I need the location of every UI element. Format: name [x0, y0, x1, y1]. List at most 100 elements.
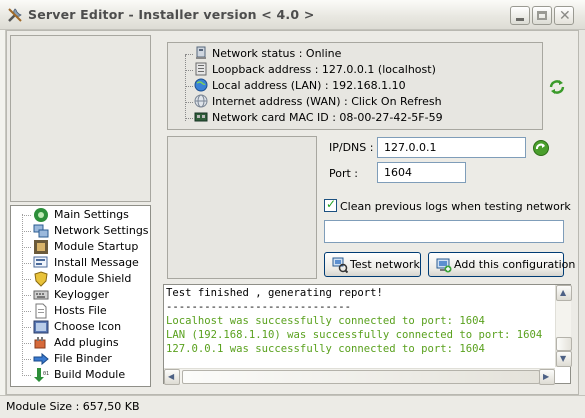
add-configuration-button[interactable]: Add this configuration: [428, 252, 575, 277]
main-settings-icon: [33, 207, 49, 223]
clean-logs-checkbox[interactable]: ✓: [324, 197, 337, 212]
arrow-left-icon: ◀: [168, 372, 175, 381]
scroll-right-button[interactable]: ▶: [539, 369, 555, 385]
close-button[interactable]: ✕: [554, 6, 574, 25]
tree-item-hosts-file[interactable]: Hosts File: [11, 303, 150, 319]
status-tree-branch: [185, 102, 193, 103]
tree-item-main-settings[interactable]: Main Settings: [11, 207, 150, 223]
scroll-up-button[interactable]: ▲: [556, 285, 572, 301]
loopback-icon: [194, 62, 208, 76]
status-tree-branch: [185, 54, 193, 55]
network-status-panel: Network status : Online Loopback address …: [167, 42, 543, 130]
tree-item-module-shield[interactable]: Module Shield: [11, 271, 150, 287]
tree-connector-branch: [22, 327, 31, 328]
window-title: Server Editor - Installer version < 4.0 …: [28, 7, 315, 22]
tree-item-label: Build Module: [54, 368, 126, 381]
keyboard-icon: [33, 287, 49, 303]
extra-input[interactable]: [324, 220, 564, 243]
tree-connector-branch: [22, 247, 31, 248]
install-message-icon: [33, 255, 49, 271]
svg-text:01: 01: [43, 371, 49, 377]
maximize-button[interactable]: [532, 6, 552, 25]
tree-item-network-settings[interactable]: Network Settings: [11, 223, 150, 239]
file-binder-icon: [33, 351, 49, 367]
network-status-row: Local address (LAN) : 192.168.1.10: [168, 78, 538, 94]
title-bar[interactable]: Server Editor - Installer version < 4.0 …: [0, 0, 585, 30]
scroll-left-button[interactable]: ◀: [164, 369, 180, 385]
arrow-down-icon: ▼: [560, 354, 567, 363]
refresh-icon[interactable]: [548, 78, 566, 96]
tree-item-file-binder[interactable]: File Binder: [11, 351, 150, 367]
tree-item-label: Choose Icon: [54, 320, 122, 333]
hosts-file-icon: [33, 303, 49, 319]
test-network-icon: [332, 257, 349, 274]
tree-item-label: Network Settings: [54, 224, 149, 237]
tree-connector-branch: [22, 263, 31, 264]
minimize-button[interactable]: [510, 6, 530, 25]
tree-connector-branch: [22, 295, 31, 296]
console-line: LAN (192.168.1.10) was successfully conn…: [166, 329, 543, 341]
network-status-row: Loopback address : 127.0.0.1 (localhost): [168, 62, 538, 78]
globe-icon: [194, 78, 208, 92]
vertical-scroll-thumb[interactable]: [556, 337, 572, 351]
arrow-up-icon: ▲: [560, 288, 567, 297]
ip-input[interactable]: 127.0.0.1: [377, 137, 526, 158]
network-status-text: Local address (LAN) : 192.168.1.10: [212, 79, 406, 92]
tree-item-choose-icon[interactable]: Choose Icon: [11, 319, 150, 335]
tree-connector-branch: [22, 359, 31, 360]
close-icon: ✕: [559, 8, 571, 24]
console-line: 127.0.0.1 was successfully connected to …: [166, 343, 485, 355]
connect-arrow-icon[interactable]: [532, 139, 550, 157]
ip-label: IP/DNS :: [329, 141, 374, 154]
status-tree-branch: [185, 86, 193, 87]
network-status-text: Network status : Online: [212, 47, 342, 60]
network-status-row: Internet address (WAN) : Click On Refres…: [168, 94, 538, 110]
tree-connector-branch: [22, 279, 31, 280]
clean-logs-label: Clean previous logs when testing network: [340, 200, 571, 213]
shield-icon: [33, 271, 49, 287]
tree-item-label: Module Shield: [54, 272, 132, 285]
tree-item-keylogger[interactable]: Keylogger: [11, 287, 150, 303]
console-horizontal-scrollbar[interactable]: ◀ ▶: [164, 368, 555, 385]
network-status-icon: [194, 46, 208, 60]
network-status-text: Internet address (WAN) : Click On Refres…: [212, 95, 442, 108]
add-configuration-icon: [436, 257, 452, 273]
choose-icon-icon: [33, 319, 49, 335]
tree-connector-branch: [22, 231, 31, 232]
tree-item-label: Hosts File: [54, 304, 107, 317]
status-tree-branch: [185, 118, 193, 119]
test-network-label: Test network: [350, 258, 420, 271]
tree-item-build-module[interactable]: 01 Build Module: [11, 367, 150, 383]
console-line: -----------------------------: [166, 301, 351, 313]
test-network-button[interactable]: Test network: [324, 252, 421, 277]
tree-item-install-message[interactable]: Install Message: [11, 255, 150, 271]
network-card-icon: [194, 110, 208, 124]
preview-panel: [10, 35, 151, 202]
settings-tree[interactable]: Main Settings Network Settings Module Star…: [10, 205, 151, 387]
horizontal-scroll-thumb[interactable]: [182, 370, 540, 384]
arrow-right-icon: ▶: [543, 372, 550, 381]
tree-connector-branch: [22, 375, 31, 376]
internet-icon: [194, 94, 208, 108]
tree-item-label: Keylogger: [54, 288, 109, 301]
tree-connector-branch: [22, 311, 31, 312]
module-startup-icon: [33, 239, 49, 255]
tree-item-label: Module Startup: [54, 240, 139, 253]
module-size-text: Module Size : 657,50 KB: [6, 400, 140, 413]
tree-connector-branch: [22, 215, 31, 216]
scroll-down-button[interactable]: ▼: [556, 351, 572, 367]
status-tree-branch: [185, 70, 193, 71]
build-module-icon: 01: [33, 367, 49, 383]
network-status-row: Network card MAC ID : 08-00-27-42-5F-59: [168, 110, 538, 126]
console-line: Test finished , generating report!: [166, 287, 383, 299]
console-vertical-scrollbar[interactable]: ▲ ▼: [555, 285, 572, 367]
tree-item-label: Add plugins: [54, 336, 119, 349]
tree-item-add-plugins[interactable]: Add plugins: [11, 335, 150, 351]
minimize-icon: [516, 18, 524, 21]
network-status-text: Loopback address : 127.0.0.1 (localhost): [212, 63, 436, 76]
tools-icon: [6, 6, 24, 24]
tree-item-module-startup[interactable]: Module Startup: [11, 239, 150, 255]
tree-item-label: File Binder: [54, 352, 112, 365]
port-input[interactable]: 1604: [377, 162, 466, 183]
tree-item-label: Install Message: [54, 256, 139, 269]
